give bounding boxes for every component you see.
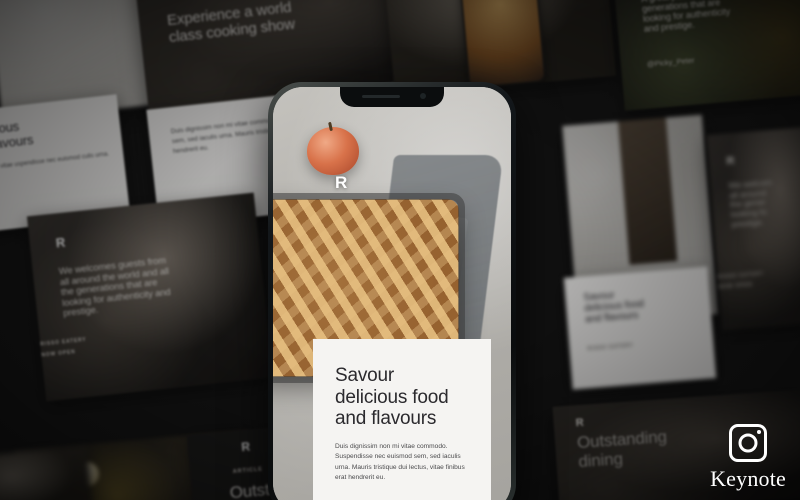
brand-logo-r: R xyxy=(55,234,66,251)
hero-heading-line: Savour xyxy=(335,365,395,387)
hero-body-text: Duis dignissim non mi vitae commodo. Sus… xyxy=(335,443,465,481)
inset-phone-mockup xyxy=(458,0,547,90)
apple-photo xyxy=(307,121,359,175)
watermark-label: Keynote xyxy=(710,466,786,491)
slide-customer-review[interactable]: ★★★★★ A great place for all the generati… xyxy=(611,0,800,111)
hero-heading-line: and flavours xyxy=(335,407,437,429)
front-camera-icon xyxy=(420,93,426,99)
hero-text-panel: Savour delicious food and flavours Duis … xyxy=(313,339,491,500)
hero-phone-mockup[interactable]: R Savour delicious food and flavours Dui… xyxy=(268,82,516,500)
earpiece-speaker-icon xyxy=(362,95,400,98)
slide-bottom-left-photo xyxy=(0,446,93,500)
slide-body-text: m non mi vitae uspendisse nec euismod cu… xyxy=(0,151,110,173)
phone-notch xyxy=(340,87,444,107)
brand-logo-r: R xyxy=(335,173,348,192)
hero-heading-line: delicious food xyxy=(335,386,449,408)
mockup-scene: delicious nd flavours m non mi vitae usp… xyxy=(0,0,800,500)
slide-footer-brand: RISSO EATERY xyxy=(587,342,634,352)
slide-welcome-left[interactable]: R We welcomes guests from all around the… xyxy=(26,192,274,402)
hero-phone-screen[interactable]: R Savour delicious food and flavours Dui… xyxy=(273,87,511,500)
watermark: Keynote xyxy=(710,424,786,492)
instagram-icon[interactable] xyxy=(729,424,768,462)
brand-logo-r: R xyxy=(726,154,735,168)
slide-savour-right[interactable]: Savour delicious food and flavours RISSO… xyxy=(563,266,717,390)
slide-welcome-right[interactable]: R We welcom all around the gener looking… xyxy=(706,125,800,331)
